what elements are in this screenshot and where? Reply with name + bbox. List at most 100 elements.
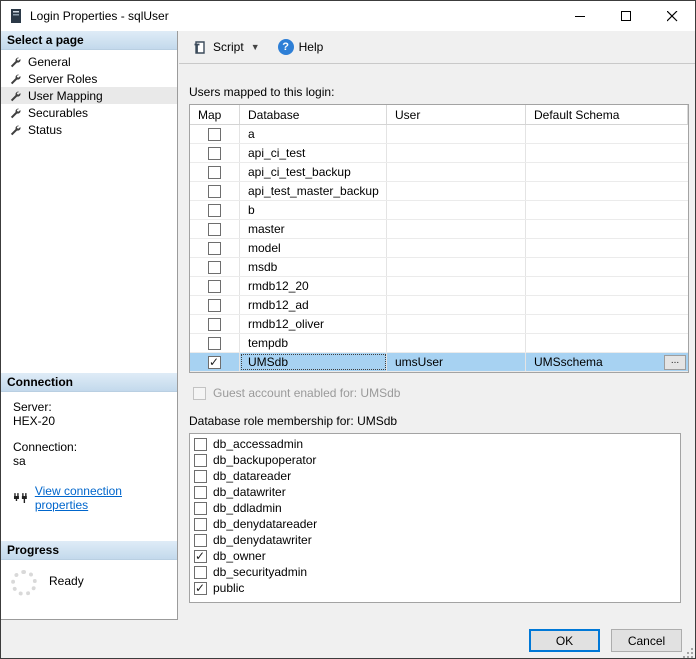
database-cell[interactable]: model [240, 239, 387, 257]
map-checkbox[interactable] [208, 185, 221, 198]
user-cell[interactable] [387, 296, 526, 314]
user-cell[interactable] [387, 201, 526, 219]
default-schema-cell[interactable]: ... [526, 334, 688, 352]
map-checkbox[interactable] [208, 337, 221, 350]
table-row[interactable]: b ... [190, 201, 688, 220]
user-cell[interactable] [387, 182, 526, 200]
role-checkbox[interactable] [194, 550, 207, 563]
maximize-button[interactable] [603, 1, 649, 31]
table-row[interactable]: msdb ... [190, 258, 688, 277]
database-cell[interactable]: rmdb12_oliver [240, 315, 387, 333]
close-button[interactable] [649, 1, 695, 31]
database-cell[interactable]: tempdb [240, 334, 387, 352]
resize-grip[interactable] [683, 648, 693, 658]
role-checkbox[interactable] [194, 534, 207, 547]
default-schema-cell[interactable]: ... [526, 239, 688, 257]
sidebar-page-item[interactable]: Securables [1, 104, 177, 121]
ok-button[interactable]: OK [529, 629, 600, 652]
default-schema-cell[interactable]: ... [526, 315, 688, 333]
role-checkbox[interactable] [194, 566, 207, 579]
table-row[interactable]: api_test_master_backup ... [190, 182, 688, 201]
default-schema-cell[interactable]: ... [526, 144, 688, 162]
map-checkbox[interactable] [208, 356, 221, 369]
user-cell[interactable] [387, 315, 526, 333]
table-row[interactable]: rmdb12_ad ... [190, 296, 688, 315]
user-cell[interactable] [387, 125, 526, 143]
default-schema-cell[interactable]: ... [526, 201, 688, 219]
database-cell[interactable]: rmdb12_ad [240, 296, 387, 314]
user-cell[interactable] [387, 163, 526, 181]
table-row[interactable]: master ... [190, 220, 688, 239]
sidebar-page-item[interactable]: General [1, 53, 177, 70]
database-cell[interactable]: a [240, 125, 387, 143]
table-row[interactable]: a ... [190, 125, 688, 144]
role-checkbox[interactable] [194, 502, 207, 515]
user-cell[interactable] [387, 239, 526, 257]
database-cell[interactable]: api_ci_test_backup [240, 163, 387, 181]
user-cell[interactable] [387, 277, 526, 295]
role-list-item[interactable]: db_denydatareader [192, 516, 680, 532]
sidebar-page-item[interactable]: Status [1, 121, 177, 138]
view-connection-properties-link[interactable]: View connection properties [35, 484, 177, 512]
database-cell[interactable]: master [240, 220, 387, 238]
map-checkbox[interactable] [208, 242, 221, 255]
guest-account-checkbox[interactable] [193, 387, 206, 400]
map-checkbox[interactable] [208, 280, 221, 293]
table-row[interactable]: tempdb ... [190, 334, 688, 353]
table-row[interactable]: api_ci_test ... [190, 144, 688, 163]
table-row[interactable]: model ... [190, 239, 688, 258]
map-checkbox[interactable] [208, 166, 221, 179]
role-list-item[interactable]: db_accessadmin [192, 436, 680, 452]
table-row[interactable]: UMSdb umsUser UMSschema ... [190, 353, 688, 372]
map-checkbox[interactable] [208, 261, 221, 274]
role-list-item[interactable]: db_datareader [192, 468, 680, 484]
role-list-item[interactable]: db_backupoperator [192, 452, 680, 468]
role-checkbox[interactable] [194, 454, 207, 467]
database-cell[interactable]: rmdb12_20 [240, 277, 387, 295]
user-cell[interactable] [387, 334, 526, 352]
sidebar-page-item[interactable]: Server Roles [1, 70, 177, 87]
role-checkbox[interactable] [194, 486, 207, 499]
chevron-down-icon[interactable]: ▼ [251, 42, 260, 52]
user-cell[interactable] [387, 258, 526, 276]
default-schema-cell[interactable]: ... [526, 296, 688, 314]
database-cell[interactable]: msdb [240, 258, 387, 276]
database-cell[interactable]: b [240, 201, 387, 219]
database-cell[interactable]: UMSdb [240, 353, 387, 371]
role-list-item[interactable]: db_owner [192, 548, 680, 564]
database-cell[interactable]: api_test_master_backup [240, 182, 387, 200]
table-row[interactable]: rmdb12_oliver ... [190, 315, 688, 334]
default-schema-cell[interactable]: ... [526, 277, 688, 295]
user-cell[interactable]: umsUser [387, 353, 526, 371]
map-checkbox[interactable] [208, 318, 221, 331]
role-checkbox[interactable] [194, 470, 207, 483]
minimize-button[interactable] [557, 1, 603, 31]
default-schema-cell[interactable]: ... [526, 182, 688, 200]
map-checkbox[interactable] [208, 128, 221, 141]
role-checkbox[interactable] [194, 438, 207, 451]
map-checkbox[interactable] [208, 204, 221, 217]
role-checkbox[interactable] [194, 582, 207, 595]
role-list-item[interactable]: db_datawriter [192, 484, 680, 500]
map-checkbox[interactable] [208, 223, 221, 236]
default-schema-cell[interactable]: UMSschema ... [526, 353, 688, 371]
table-row[interactable]: api_ci_test_backup ... [190, 163, 688, 182]
role-list-item[interactable]: db_denydatawriter [192, 532, 680, 548]
database-cell[interactable]: api_ci_test [240, 144, 387, 162]
role-list-item[interactable]: db_ddladmin [192, 500, 680, 516]
script-button[interactable]: Script ▼ [189, 35, 264, 59]
cancel-button[interactable]: Cancel [611, 629, 682, 652]
sidebar-page-item[interactable]: User Mapping [1, 87, 177, 104]
role-list-item[interactable]: db_securityadmin [192, 564, 680, 580]
map-checkbox[interactable] [208, 147, 221, 160]
user-cell[interactable] [387, 144, 526, 162]
table-row[interactable]: rmdb12_20 ... [190, 277, 688, 296]
default-schema-cell[interactable]: ... [526, 258, 688, 276]
role-list-item[interactable]: public [192, 580, 680, 596]
user-cell[interactable] [387, 220, 526, 238]
browse-schema-button[interactable]: ... [664, 355, 686, 370]
help-button[interactable]: ? Help [274, 35, 328, 59]
default-schema-cell[interactable]: ... [526, 125, 688, 143]
default-schema-cell[interactable]: ... [526, 220, 688, 238]
map-checkbox[interactable] [208, 299, 221, 312]
